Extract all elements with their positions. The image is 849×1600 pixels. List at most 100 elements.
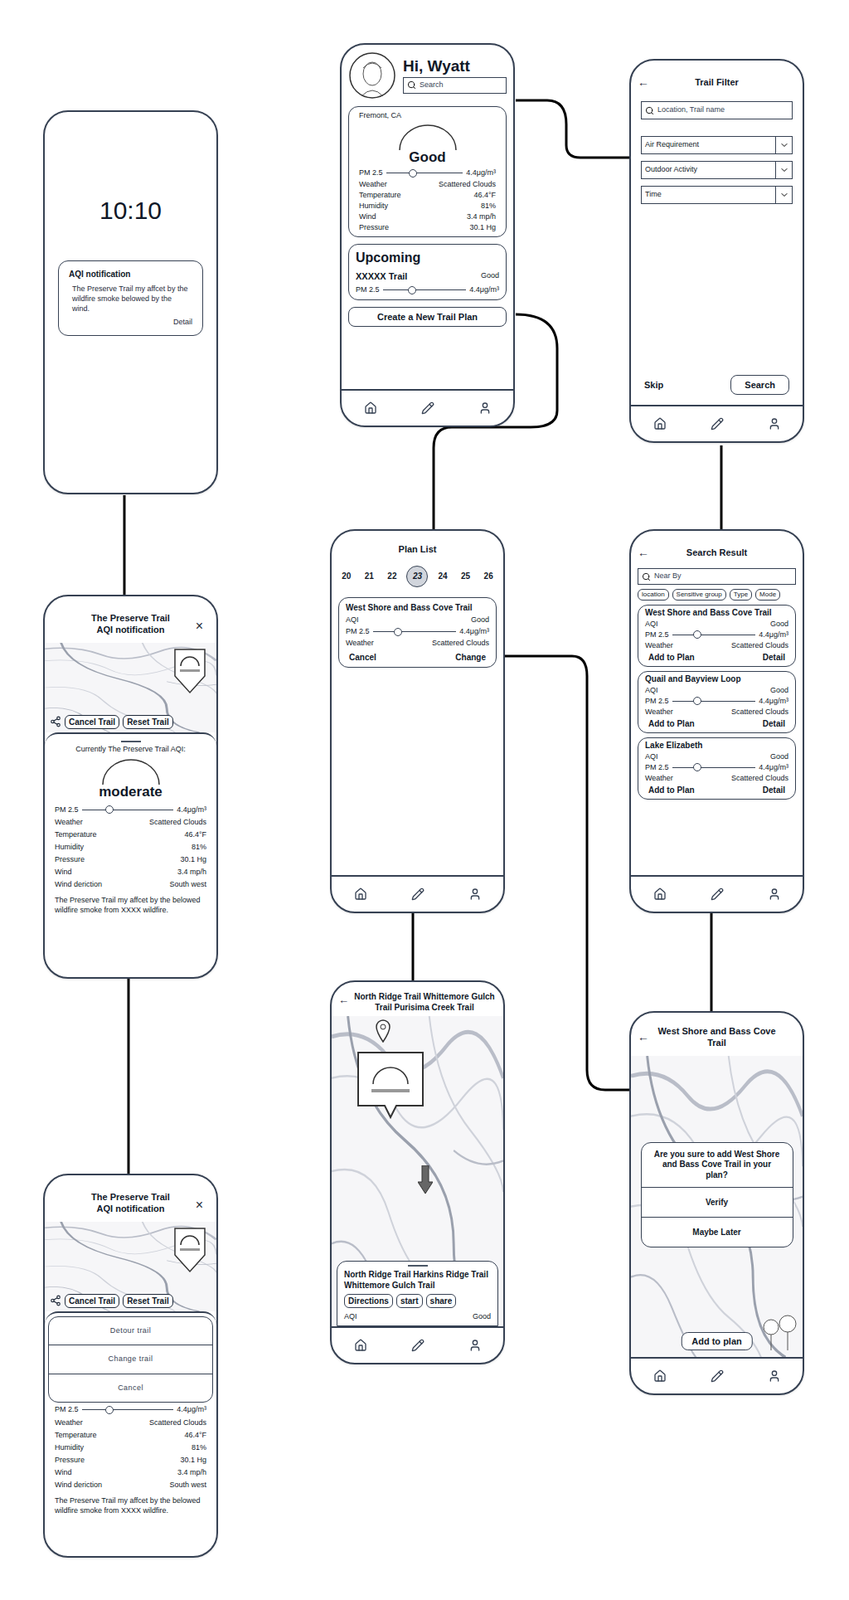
result-card[interactable]: West Shore and Bass Cove TrailAQIGoodPM … — [637, 604, 796, 667]
user-icon[interactable] — [468, 887, 482, 901]
date-item[interactable]: 22 — [383, 565, 401, 588]
dialog-option[interactable]: Verify — [641, 1186, 793, 1217]
date-item[interactable]: 24 — [434, 565, 452, 588]
search-button[interactable]: Search — [730, 374, 790, 396]
dialog-option[interactable]: Maybe Later — [641, 1216, 793, 1247]
pencil-icon[interactable] — [421, 401, 435, 415]
add-to-plan-button[interactable]: Add to plan — [680, 1331, 753, 1351]
create-plan-button[interactable]: Create a New Trail Plan — [348, 306, 507, 328]
pm-slider[interactable] — [383, 286, 467, 295]
search-field[interactable]: Near By — [637, 567, 796, 585]
filter-dropdown[interactable]: Time — [640, 185, 793, 204]
header-title: The Preserve Trail — [71, 612, 190, 625]
menu-item[interactable]: Change trail — [48, 1343, 213, 1373]
add-to-plan-button[interactable]: Add to Plan — [648, 783, 695, 796]
detail-button[interactable]: Detail — [762, 717, 786, 730]
menu-item[interactable]: Detour trail — [48, 1316, 213, 1345]
plan-card[interactable]: West Shore and Bass Cove TrailAQIGoodPM … — [338, 596, 497, 669]
info-row: WeatherScattered Clouds — [54, 816, 207, 828]
trail-action-button[interactable]: Reset Trail — [122, 714, 174, 729]
pm-slider[interactable] — [82, 1405, 175, 1414]
back-button[interactable]: ← — [637, 73, 656, 92]
detail-button[interactable]: Detail — [762, 650, 786, 664]
trail-action-button[interactable]: Cancel Trail — [64, 1293, 120, 1308]
user-icon[interactable] — [468, 1338, 482, 1352]
add-to-plan-button[interactable]: Add to Plan — [648, 717, 695, 730]
map-action-button[interactable]: Directions — [344, 1293, 393, 1308]
map-action-button[interactable]: start — [396, 1293, 423, 1308]
filter-chip[interactable]: Type — [729, 588, 752, 601]
add-to-plan-button[interactable]: Add to Plan — [648, 650, 695, 664]
trail-actions: Cancel TrailReset Trail — [49, 1293, 214, 1308]
trail-map[interactable]: North Ridge Trail Harkins Ridge Trail Wh… — [331, 1015, 504, 1326]
user-icon[interactable] — [767, 1368, 782, 1383]
detail-link[interactable]: Detail — [68, 316, 193, 329]
aqi-status: Good — [408, 146, 446, 169]
nav-bar — [331, 1325, 504, 1363]
filter-dropdown[interactable]: Outdoor Activity — [640, 160, 793, 180]
filter-chip[interactable]: Sensitive group — [672, 588, 727, 601]
filter-dropdown[interactable]: Air Requirement — [640, 135, 793, 155]
pencil-icon[interactable] — [411, 1338, 425, 1352]
plan-list-screen: Plan List20212223242526West Shore and Ba… — [329, 528, 505, 913]
close-button[interactable]: × — [195, 1194, 204, 1215]
search-icon — [407, 80, 417, 90]
plan-action-button[interactable]: Cancel — [349, 650, 377, 664]
info-row: WeatherScattered Clouds — [54, 1416, 207, 1428]
search-field[interactable]: Search — [402, 77, 507, 94]
search-icon — [645, 106, 655, 116]
home-icon[interactable] — [653, 1368, 667, 1383]
info-row: Temperature46.4°F — [359, 189, 496, 201]
user-icon[interactable] — [478, 401, 492, 415]
pencil-icon[interactable] — [411, 887, 425, 901]
result-card[interactable]: Lake ElizabethAQIGoodPM 2.54.4μg/m³Weath… — [637, 737, 796, 800]
back-button[interactable]: ← — [637, 1028, 656, 1046]
filter-chip[interactable]: Mode — [755, 588, 781, 601]
pm-slider[interactable] — [373, 627, 457, 636]
pencil-icon[interactable] — [710, 1368, 724, 1383]
info-row: Wind3.4 mp/h — [54, 866, 207, 878]
pencil-icon[interactable] — [710, 417, 724, 431]
home-icon[interactable] — [653, 887, 667, 901]
trail-map[interactable]: Cancel TrailReset Trail — [44, 642, 217, 733]
share-icon[interactable] — [49, 715, 62, 728]
map-action-button[interactable]: share — [426, 1293, 457, 1308]
trail-action-button[interactable]: Reset Trail — [122, 1293, 174, 1308]
search-field[interactable]: Location, Trail name — [640, 101, 793, 120]
filter-chip[interactable]: location — [637, 588, 670, 601]
home-icon[interactable] — [363, 401, 378, 415]
user-icon[interactable] — [767, 417, 782, 431]
date-item[interactable]: 20 — [338, 565, 355, 588]
user-icon[interactable] — [767, 887, 782, 901]
pm-slider[interactable] — [672, 630, 757, 639]
pm-slider[interactable] — [672, 696, 757, 705]
pm-slider[interactable] — [386, 169, 464, 178]
aqi-options-screen: The Preserve TrailAQI notification×Cance… — [43, 1173, 219, 1558]
trail-action-button[interactable]: Cancel Trail — [64, 714, 120, 729]
date-item[interactable]: 25 — [457, 565, 475, 588]
home-icon[interactable] — [653, 417, 667, 431]
pm-slider[interactable] — [672, 762, 757, 772]
trail-map[interactable]: Cancel TrailReset Trail — [44, 1221, 217, 1311]
back-button[interactable]: ← — [338, 991, 350, 1009]
avatar-icon[interactable] — [348, 51, 397, 100]
plan-action-button[interactable]: Change — [455, 650, 486, 664]
skip-button[interactable]: Skip — [644, 378, 664, 393]
notification-card[interactable]: AQI notificationThe Preserve Trail my af… — [58, 260, 204, 336]
detail-button[interactable]: Detail — [762, 783, 786, 796]
pencil-icon[interactable] — [710, 887, 724, 901]
back-button[interactable]: ← — [637, 543, 656, 562]
home-icon[interactable] — [354, 1338, 368, 1352]
menu-item[interactable]: Cancel — [48, 1372, 213, 1403]
result-card[interactable]: Quail and Bayview LoopAQIGoodPM 2.54.4μg… — [637, 670, 796, 733]
date-item[interactable]: 23 — [406, 565, 428, 588]
date-item[interactable]: 21 — [360, 565, 378, 588]
aqi-card[interactable]: Fremont, CAGoodPM 2.54.4μg/m³WeatherScat… — [348, 106, 507, 238]
trail-map[interactable]: Are you sure to add West Shore and Bass … — [630, 1055, 803, 1358]
share-icon[interactable] — [49, 1294, 62, 1306]
upcoming-card[interactable]: UpcomingXXXXX TrailGoodPM 2.54.4μg/m³ — [348, 243, 507, 301]
pm-slider[interactable] — [82, 805, 175, 814]
home-icon[interactable] — [354, 887, 368, 901]
close-button[interactable]: × — [195, 616, 204, 636]
date-item[interactable]: 26 — [480, 565, 497, 588]
